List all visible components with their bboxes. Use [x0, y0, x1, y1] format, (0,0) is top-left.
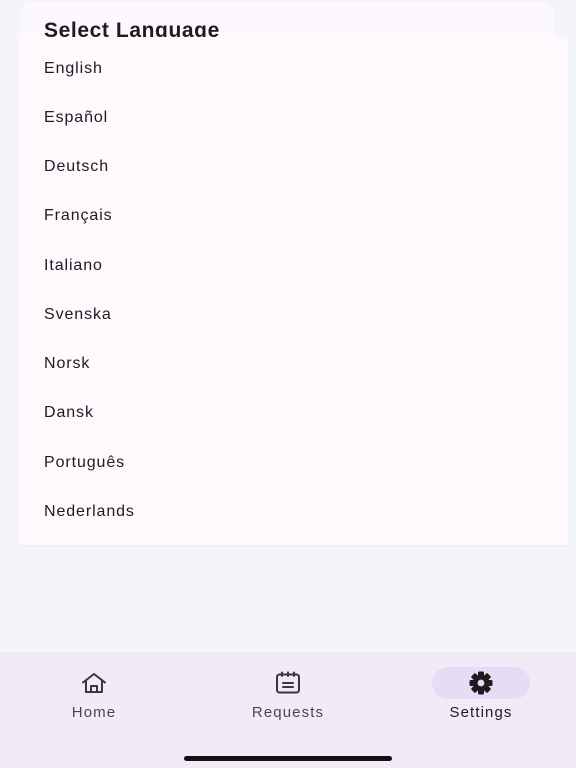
language-option-label: Dansk: [44, 403, 94, 421]
language-menu: English Español Deutsch Français Italian…: [19, 37, 568, 545]
language-option-portugues[interactable]: Português: [19, 438, 568, 487]
language-option-label: Italiano: [44, 256, 103, 274]
language-option-label: Svenska: [44, 305, 112, 323]
nav-label: Home: [71, 704, 117, 721]
language-option-nederlands[interactable]: Nederlands: [19, 487, 568, 536]
language-option-espanol[interactable]: Español: [19, 93, 568, 142]
home-indicator-bar[interactable]: [184, 756, 392, 761]
gear-icon: [468, 671, 494, 695]
language-option-label: English: [44, 59, 103, 77]
nav-label: Settings: [449, 704, 513, 721]
language-option-label: Deutsch: [44, 157, 109, 175]
language-option-label: Español: [44, 108, 109, 126]
language-option-label: Norsk: [44, 354, 91, 372]
language-option-label: Français: [44, 206, 113, 224]
language-option-label: Português: [44, 453, 126, 471]
language-option-italiano[interactable]: Italiano: [19, 241, 568, 290]
language-option-norsk[interactable]: Norsk: [19, 339, 568, 388]
nav-label: Requests: [251, 704, 325, 721]
language-option-svenska[interactable]: Svenska: [19, 290, 568, 339]
language-option-dansk[interactable]: Dansk: [19, 388, 568, 437]
bottom-navigation-bar: Home Requests Settings: [0, 652, 576, 768]
nav-settings[interactable]: Settings: [401, 652, 561, 732]
language-option-francais[interactable]: Français: [19, 191, 568, 240]
calendar-list-icon: [275, 671, 301, 695]
language-option-deutsch[interactable]: Deutsch: [19, 142, 568, 191]
language-option-label: Nederlands: [44, 502, 135, 520]
language-option-english[interactable]: English: [19, 44, 568, 93]
nav-requests[interactable]: Requests: [208, 652, 368, 732]
nav-home[interactable]: Home: [14, 652, 174, 732]
home-icon: [81, 671, 107, 695]
